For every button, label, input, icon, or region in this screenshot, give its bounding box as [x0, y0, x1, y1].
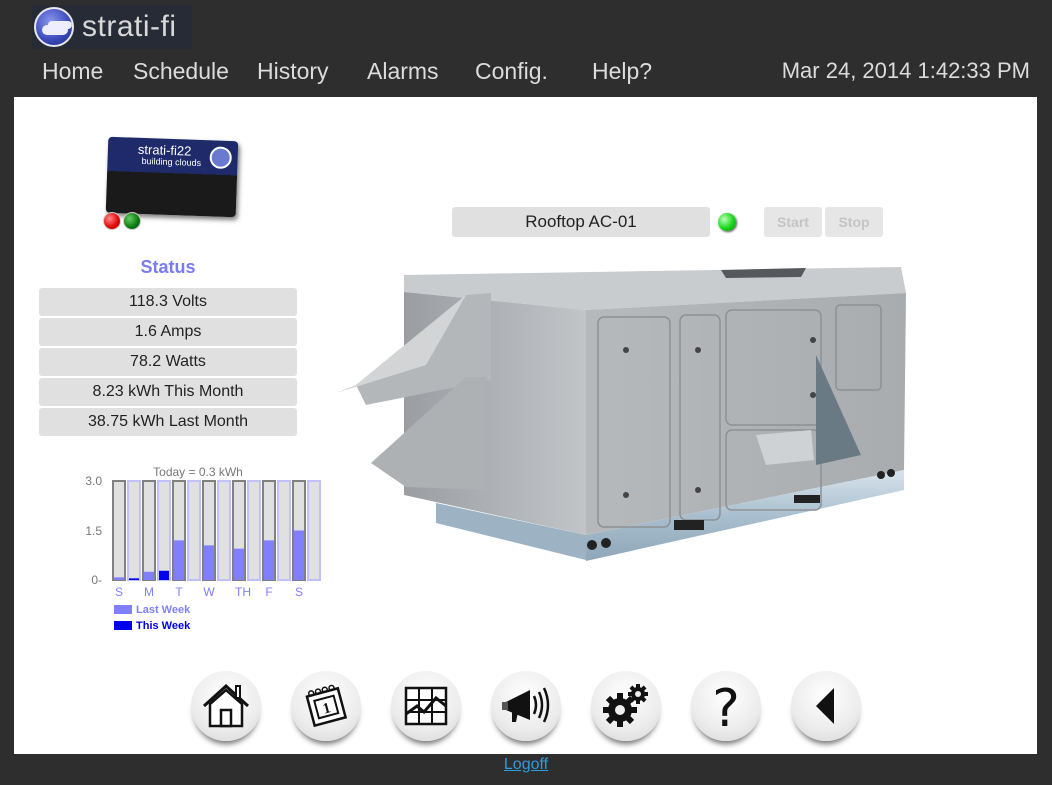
back-arrow-icon: [816, 688, 834, 724]
nav-alarms[interactable]: Alarms: [367, 58, 439, 85]
bar-background: [277, 480, 291, 581]
home-button[interactable]: [191, 671, 261, 741]
status-title: Status: [140, 257, 196, 277]
energy-chart: Today = 0.3 kWh 3.0 1.5 0- S M T W TH F S Last…: [74, 462, 321, 637]
x-tick-label: S: [295, 585, 303, 599]
bar-background: [112, 480, 126, 581]
chart-icon: [404, 686, 448, 726]
controller-board: strati-fi22 building clouds: [105, 136, 239, 218]
energy-chart-svg: Today = 0.3 kWh 3.0 1.5 0- S M T W TH F S Last…: [85, 465, 321, 632]
bar-background: [247, 480, 261, 581]
x-tick-label: T: [175, 585, 183, 599]
nav-history[interactable]: History: [257, 58, 329, 85]
red-led-icon: [103, 212, 121, 230]
x-tick-label: W: [203, 585, 215, 599]
legend-label-this-week: This Week: [136, 620, 191, 632]
nav-schedule[interactable]: Schedule: [133, 58, 229, 85]
bar-background: [142, 480, 156, 581]
logoff-link[interactable]: Logoff: [504, 756, 548, 773]
bar-background: [307, 480, 321, 581]
bar-last-week-4: [234, 548, 244, 580]
schedule-button[interactable]: 1: [291, 671, 361, 741]
bar-last-week-2: [174, 540, 184, 580]
main-nav: Home Schedule History Alarms Config. Hel…: [0, 58, 1052, 92]
legend-swatch-this-week: [114, 621, 132, 630]
bar-background: [127, 480, 141, 581]
main-panel: strati-fi22 building clouds Status 118.3…: [14, 97, 1037, 754]
x-tick-label: M: [144, 585, 154, 599]
bar-last-week-3: [204, 545, 214, 580]
start-button[interactable]: Start: [764, 207, 822, 237]
legend-swatch-last-week: [114, 605, 132, 614]
datetime: Mar 24, 2014 1:42:33 PM: [781, 58, 1030, 83]
stop-button[interactable]: Stop: [825, 207, 883, 237]
back-button[interactable]: [791, 671, 861, 741]
nav-home[interactable]: Home: [42, 58, 103, 85]
bar-last-week-6: [294, 530, 304, 580]
x-tick-label: TH: [235, 585, 251, 599]
help-button[interactable]: ?: [691, 671, 761, 741]
home-icon: [202, 683, 250, 728]
bar-last-week-1: [144, 571, 154, 580]
footer: Logoff: [0, 756, 1052, 774]
config-button[interactable]: [591, 671, 661, 741]
nav-config[interactable]: Config.: [475, 58, 548, 85]
y-tick-0: 0-: [91, 573, 102, 587]
bar-background: [187, 480, 201, 581]
status-amps: 1.6 Amps: [39, 318, 297, 346]
device-image: strati-fi22 building clouds: [97, 133, 247, 233]
bar-background: [157, 480, 171, 581]
nav-help[interactable]: Help?: [592, 58, 652, 85]
green-led-icon: [123, 212, 141, 230]
running-indicator-icon: [718, 213, 736, 231]
status-kwh-last-month: 38.75 kWh Last Month: [39, 408, 297, 436]
x-tick-label: F: [265, 585, 272, 599]
x-tick-label: S: [115, 585, 123, 599]
gears-icon: [603, 684, 648, 727]
rooftop-unit-image: [336, 267, 906, 561]
history-button[interactable]: [391, 671, 461, 741]
app-name: strati-fi: [82, 10, 177, 43]
svg-text:?: ?: [712, 680, 740, 732]
bar-this-week-1: [159, 570, 169, 580]
app-logo: strati-fi: [32, 5, 192, 49]
bar-background: [217, 480, 231, 581]
alarms-button[interactable]: [491, 671, 561, 741]
cloud-icon: [34, 7, 74, 47]
cloud-icon: [209, 146, 233, 170]
megaphone-icon: [502, 687, 550, 723]
bar-last-week-0: [114, 577, 124, 580]
status-kwh-this-month: 8.23 kWh This Month: [39, 378, 297, 406]
legend-label-last-week: Last Week: [136, 604, 191, 616]
calendar-icon: 1: [305, 684, 348, 728]
y-tick-3: 3.0: [85, 474, 102, 488]
question-icon: ?: [712, 680, 740, 732]
y-tick-1-5: 1.5: [85, 524, 102, 538]
unit-name: Rooftop AC-01: [452, 207, 710, 237]
bar-this-week-0: [129, 578, 139, 580]
chart-title: Today = 0.3 kWh: [153, 465, 243, 479]
status-volts: 118.3 Volts: [39, 288, 297, 316]
board-subtitle: building clouds: [141, 155, 202, 169]
status-watts: 78.2 Watts: [39, 348, 297, 376]
bar-last-week-5: [264, 540, 274, 580]
